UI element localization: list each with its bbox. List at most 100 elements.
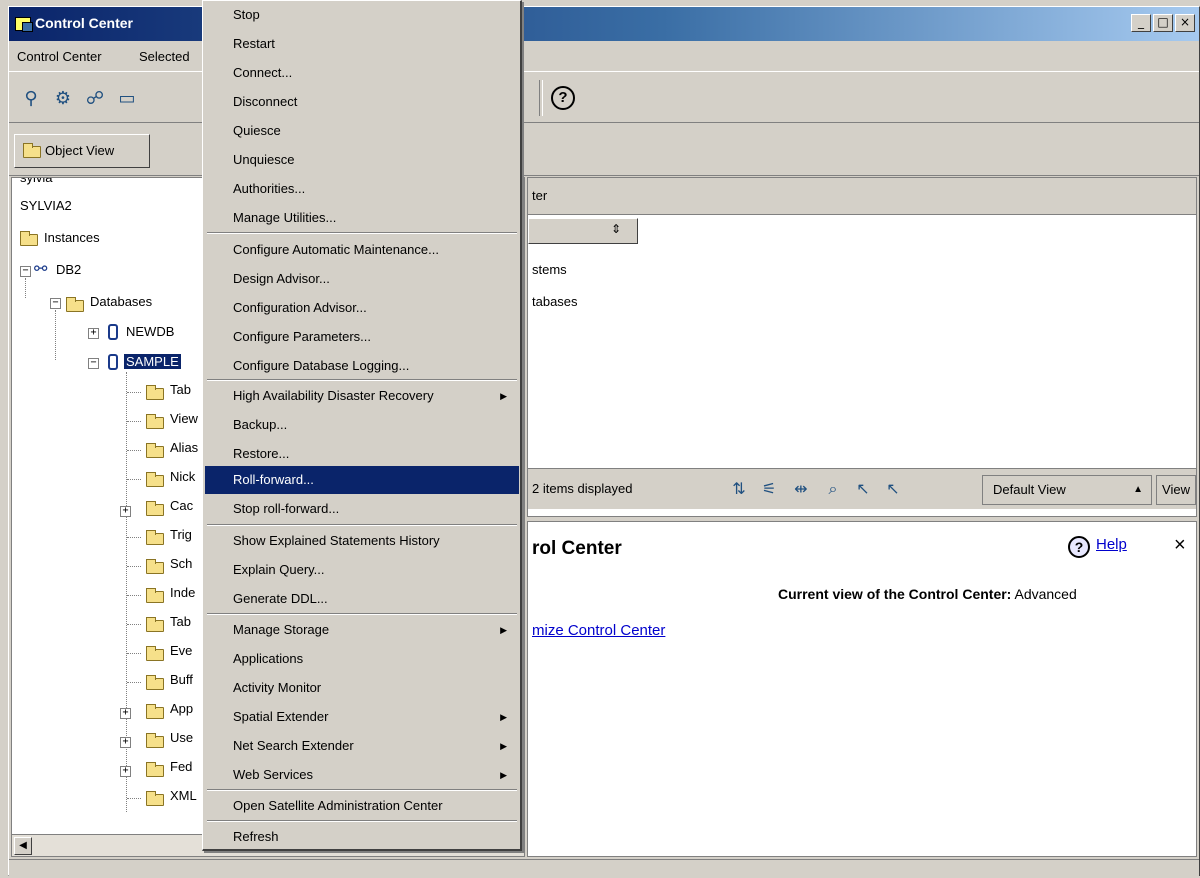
- menu-item-manage-utilities[interactable]: Manage Utilities...: [205, 204, 519, 232]
- menu-item-stop-roll-forward[interactable]: Stop roll-forward...: [205, 495, 519, 523]
- menu-control-center[interactable]: Control Center: [17, 49, 102, 64]
- tree-line: [127, 450, 141, 451]
- menu-item-net-search-extender[interactable]: Net Search Extender ▶: [205, 732, 519, 760]
- customize-control-center-link[interactable]: mize Control Center: [532, 622, 665, 639]
- help-icon[interactable]: ?: [551, 86, 575, 110]
- tree-node-instances[interactable]: Instances: [44, 230, 100, 245]
- tree-node-folder[interactable]: View: [170, 411, 198, 426]
- menu-item-explain-query[interactable]: Explain Query...: [205, 556, 519, 584]
- expand-icon[interactable]: +: [88, 328, 99, 339]
- tree-node-databases[interactable]: Databases: [90, 294, 152, 309]
- tree-node-system[interactable]: sylvia: [20, 178, 53, 185]
- tree-node-folder[interactable]: Tab: [170, 382, 191, 397]
- tree-node-folder[interactable]: Cac: [170, 498, 193, 513]
- window-title: Control Center: [35, 15, 133, 31]
- column-header-name[interactable]: ⇕: [528, 218, 638, 244]
- deselect-all-icon[interactable]: ↖: [882, 479, 904, 501]
- tree-node-folder[interactable]: Sch: [170, 556, 192, 571]
- menu-item-web-services[interactable]: Web Services ▶: [205, 761, 519, 789]
- menu-item-roll-forward[interactable]: Roll-forward...: [205, 466, 519, 494]
- tree-icon[interactable]: ⚲: [19, 86, 43, 110]
- expand-icon[interactable]: +: [120, 737, 131, 748]
- database-icon: [108, 354, 118, 370]
- menu-item-configure-parameters[interactable]: Configure Parameters...: [205, 323, 519, 351]
- tree-node-folder[interactable]: XML: [170, 788, 197, 803]
- menu-item-restart[interactable]: Restart: [205, 30, 519, 58]
- tree-node-folder[interactable]: Trig: [170, 527, 192, 542]
- menu-item-quiesce[interactable]: Quiesce: [205, 117, 519, 145]
- sort-icon[interactable]: ⇅: [728, 479, 750, 501]
- folder-icon: [146, 646, 164, 661]
- tree-node-folder[interactable]: Alias: [170, 440, 198, 455]
- tree-node-database-selected[interactable]: SAMPLE: [124, 354, 181, 369]
- tree-line: [127, 537, 141, 538]
- tree-node-folder[interactable]: Use: [170, 730, 193, 745]
- view-button[interactable]: View: [1156, 475, 1196, 505]
- collapse-icon[interactable]: −: [20, 266, 31, 277]
- tree-node-instance[interactable]: DB2: [56, 262, 81, 277]
- menu-item-configure-automatic-maintenance[interactable]: Configure Automatic Maintenance...: [205, 236, 519, 264]
- tree-node-database[interactable]: NEWDB: [126, 324, 174, 339]
- tree-node-folder[interactable]: App: [170, 701, 193, 716]
- menu-item-open-satellite-administration-center[interactable]: Open Satellite Administration Center: [205, 792, 519, 820]
- list-item[interactable]: tabases: [532, 294, 578, 309]
- tree-node-folder[interactable]: Tab: [170, 614, 191, 629]
- expand-icon[interactable]: +: [120, 506, 131, 517]
- menu-item-generate-ddl[interactable]: Generate DDL...: [205, 585, 519, 613]
- submenu-arrow-icon: ▶: [500, 770, 507, 780]
- minimize-button[interactable]: _: [1131, 14, 1151, 32]
- tree-node-system[interactable]: SYLVIA2: [20, 198, 72, 213]
- menu-item-unquiesce[interactable]: Unquiesce: [205, 146, 519, 174]
- menu-item-applications[interactable]: Applications: [205, 645, 519, 673]
- find-icon[interactable]: ⌕: [822, 479, 844, 501]
- menu-item-refresh[interactable]: Refresh: [205, 823, 519, 851]
- view-select[interactable]: Default View ▲: [982, 475, 1152, 505]
- expand-icon[interactable]: +: [120, 766, 131, 777]
- tree-line: [127, 595, 141, 596]
- command-icon[interactable]: ▭: [115, 86, 139, 110]
- menu-separator: [207, 524, 517, 526]
- menu-item-spatial-extender[interactable]: Spatial Extender ▶: [205, 703, 519, 731]
- tree-node-folder[interactable]: Eve: [170, 643, 192, 658]
- tree-node-folder[interactable]: Nick: [170, 469, 195, 484]
- menu-selected[interactable]: Selected: [139, 49, 190, 64]
- folder-icon: [146, 704, 164, 719]
- maximize-button[interactable]: □: [1153, 14, 1173, 32]
- menu-item-backup[interactable]: Backup...: [205, 411, 519, 439]
- menu-item-hadr[interactable]: High Availability Disaster Recovery ▶: [205, 382, 519, 410]
- menu-item-configure-database-logging[interactable]: Configure Database Logging...: [205, 352, 519, 380]
- expand-icon[interactable]: +: [120, 708, 131, 719]
- select-all-icon[interactable]: ↖: [852, 479, 874, 501]
- connect-icon[interactable]: ☍: [83, 86, 107, 110]
- close-button[interactable]: ×: [1175, 14, 1195, 32]
- menu-item-authorities[interactable]: Authorities...: [205, 175, 519, 203]
- object-view-button[interactable]: Object View: [14, 134, 150, 168]
- menu-item-restore[interactable]: Restore...: [205, 440, 519, 468]
- tree-line: [25, 278, 26, 298]
- menu-item-stop[interactable]: Stop: [205, 1, 519, 29]
- help-link[interactable]: Help: [1096, 536, 1127, 553]
- collapse-icon[interactable]: −: [88, 358, 99, 369]
- menu-item-activity-monitor[interactable]: Activity Monitor: [205, 674, 519, 702]
- collapse-icon[interactable]: −: [50, 298, 61, 309]
- menu-separator: [207, 232, 517, 234]
- scroll-left-icon[interactable]: ◀: [14, 837, 32, 855]
- menu-item-configuration-advisor[interactable]: Configuration Advisor...: [205, 294, 519, 322]
- menu-item-connect[interactable]: Connect...: [205, 59, 519, 87]
- list-item[interactable]: stems: [532, 262, 567, 277]
- menu-item-disconnect[interactable]: Disconnect: [205, 88, 519, 116]
- tree-node-folder[interactable]: Buff: [170, 672, 193, 687]
- close-icon[interactable]: ×: [1174, 534, 1186, 557]
- launch-icon[interactable]: ⚙: [51, 86, 75, 110]
- tree-node-folder[interactable]: Inde: [170, 585, 195, 600]
- info-title: rol Center: [532, 538, 622, 559]
- folder-icon: [146, 675, 164, 690]
- menu-item-show-explained-statements-history[interactable]: Show Explained Statements History: [205, 527, 519, 555]
- menu-item-manage-storage[interactable]: Manage Storage ▶: [205, 616, 519, 644]
- tree-node-folder[interactable]: Fed: [170, 759, 192, 774]
- help-icon[interactable]: ?: [1068, 536, 1090, 558]
- customize-columns-icon[interactable]: ⇹: [790, 479, 812, 501]
- filter-icon[interactable]: ⚟: [758, 479, 780, 501]
- menu-item-design-advisor[interactable]: Design Advisor...: [205, 265, 519, 293]
- title-bar[interactable]: Control Center _ □ ×: [9, 7, 1199, 41]
